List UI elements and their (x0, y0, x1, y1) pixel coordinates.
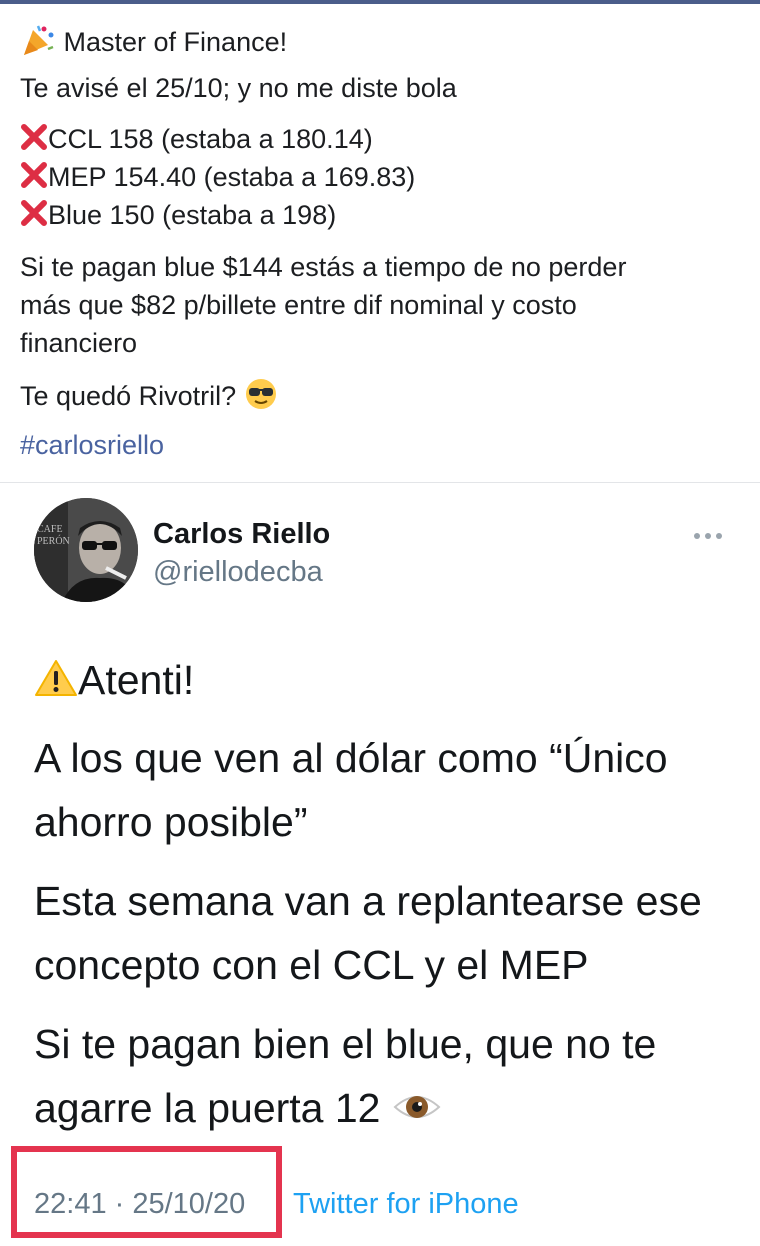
avatar-sign-text: PERÓN (37, 535, 70, 547)
dot (716, 533, 722, 539)
hashtag-link[interactable]: #carlosriello (20, 428, 164, 462)
post-item-blue: Blue 150 (estaba a 198) (20, 198, 336, 235)
post-paragraph-line: Si te pagan blue $144 estás a tiempo de … (20, 252, 627, 282)
eye-icon (392, 1086, 442, 1136)
top-border (0, 0, 760, 4)
tweet-text: agarre la puerta 12 (34, 1085, 381, 1131)
avatar-sign-text: CAFE (37, 524, 63, 535)
post-item-mep: MEP 154.40 (estaba a 169.83) (20, 160, 415, 197)
post-question: Te quedó Rivotril? (20, 381, 237, 412)
timestamp-highlight-box (11, 1146, 282, 1238)
party-popper-icon (20, 22, 56, 66)
cross-mark-icon (20, 199, 48, 235)
more-options-icon[interactable] (694, 531, 726, 541)
post-question-line: Te quedó Rivotril? (20, 377, 278, 419)
tweet-text-line: A los que ven al dólar como “Único (34, 735, 668, 781)
cross-mark-icon (20, 161, 48, 197)
post-item-text: CCL 158 (estaba a 180.14) (48, 124, 373, 154)
warning-icon (34, 658, 78, 709)
tweet-text-line: concepto con el CCL y el MEP (34, 942, 589, 988)
tweet-text-line: ahorro posible” (34, 799, 308, 845)
tweet-text-line: Si te pagan bien el blue, que no te (34, 1021, 657, 1067)
dot (694, 533, 700, 539)
post-intro: Te avisé el 25/10; y no me diste bola (20, 73, 457, 103)
tweet-heading: Atenti! (78, 657, 195, 703)
tweet-text-line-last: agarre la puerta 12 (34, 1083, 442, 1136)
tweet-heading-line: Atenti! (34, 655, 194, 709)
tweet-author-handle[interactable]: @riellodecba (153, 556, 323, 589)
post-paragraph-line: más que $82 p/billete entre dif nominal … (20, 290, 577, 320)
sunglasses-face-icon (244, 377, 278, 419)
post-item-text: Blue 150 (estaba a 198) (48, 200, 337, 230)
post-title-line: Master of Finance! (20, 22, 287, 66)
post-item-ccl: CCL 158 (estaba a 180.14) (20, 122, 373, 159)
dot (705, 533, 711, 539)
post-item-text: MEP 154.40 (estaba a 169.83) (48, 162, 416, 192)
post-paragraph-line: financiero (20, 328, 138, 358)
post-title: Master of Finance! (63, 27, 288, 58)
tweet-author-name[interactable]: Carlos Riello (153, 518, 330, 551)
avatar[interactable]: CAFE PERÓN (34, 498, 138, 602)
tweet-text-line: Esta semana van a replantearse ese (34, 878, 702, 924)
tweet-source-link[interactable]: Twitter for iPhone (293, 1188, 519, 1221)
cross-mark-icon (20, 123, 48, 159)
